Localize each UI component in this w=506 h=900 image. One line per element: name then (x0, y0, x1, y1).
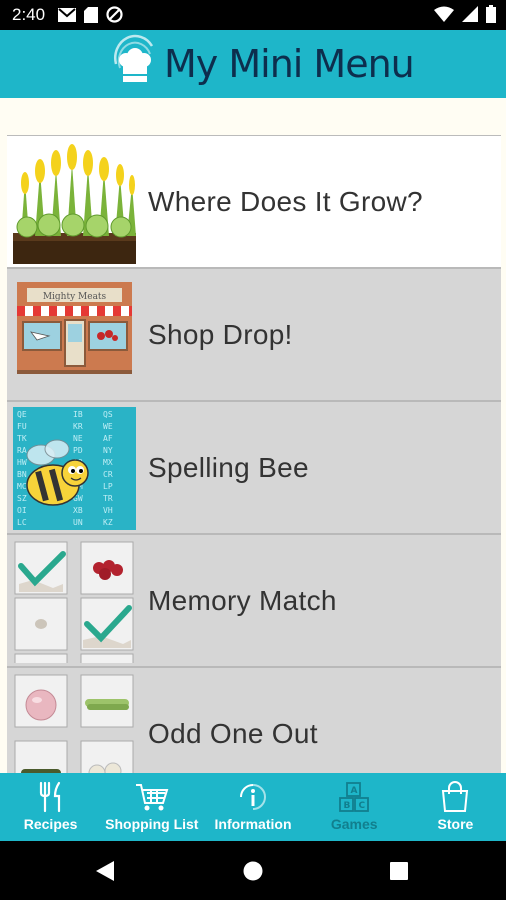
nav-label: Information (214, 816, 292, 832)
svg-text:KZ: KZ (103, 518, 113, 527)
status-time: 2:40 (12, 5, 46, 24)
nav-games[interactable]: ABC Games (304, 773, 405, 841)
svg-text:BN: BN (17, 470, 27, 479)
shop-sign-text: Mighty Meats (43, 292, 107, 302)
svg-text:WE: WE (103, 422, 113, 431)
game-row-odd-one-out[interactable]: Odd One Out (7, 668, 501, 773)
svg-text:XB: XB (73, 506, 83, 515)
game-label: Shop Drop! (148, 318, 293, 350)
gmail-icon (58, 7, 76, 22)
svg-text:PD: PD (73, 446, 83, 455)
game-row-memory-match[interactable]: Memory Match (7, 535, 501, 668)
memory-match-thumbnail (13, 540, 136, 663)
games-list: Where Does It Grow? Mighty Meats Shop Dr… (7, 135, 501, 773)
fork-knife-icon (39, 781, 60, 813)
blocks-icon: AB C (339, 782, 370, 812)
back-icon[interactable] (96, 861, 114, 881)
nav-information[interactable]: Information (202, 773, 303, 841)
svg-text:UN: UN (73, 518, 83, 527)
sd-card-icon (84, 6, 98, 23)
svg-text:KR: KR (73, 422, 83, 431)
info-icon (240, 784, 267, 810)
bag-icon (442, 781, 469, 812)
svg-text:LP: LP (103, 482, 113, 491)
data-saver-icon (106, 6, 123, 23)
app-title: My Mini Menu (164, 42, 415, 86)
svg-text:TK: TK (17, 434, 27, 443)
home-icon[interactable] (243, 861, 263, 881)
nav-recipes[interactable]: Recipes (0, 773, 101, 841)
svg-text:RA: RA (17, 446, 27, 455)
svg-text:OI: OI (17, 506, 27, 515)
game-row-where-does-it-grow[interactable]: Where Does It Grow? (7, 136, 501, 269)
svg-text:IB: IB (73, 410, 83, 419)
status-bar: 2:40 (0, 0, 506, 30)
svg-text:AF: AF (103, 434, 113, 443)
svg-text:NE: NE (73, 434, 83, 443)
odd-one-out-thumbnail (13, 673, 136, 773)
system-navigation-bar (0, 841, 506, 900)
nav-label: Games (330, 816, 378, 832)
svg-text:LC: LC (17, 518, 27, 527)
svg-text:C: C (359, 801, 366, 811)
bottom-navigation: Recipes Shopping List Information ABC Ga… (0, 773, 506, 841)
svg-text:NY: NY (103, 446, 113, 455)
game-label: Odd One Out (148, 717, 318, 749)
app-header: My Mini Menu (0, 30, 506, 98)
signal-icon (462, 6, 478, 22)
nav-store[interactable]: Store (405, 773, 506, 841)
chef-hat-logo-icon (114, 34, 154, 82)
cart-icon (135, 784, 169, 811)
svg-text:SZ: SZ (17, 494, 27, 503)
svg-text:MX: MX (103, 458, 113, 467)
nav-label: Shopping List (105, 816, 199, 832)
game-row-spelling-bee[interactable]: QEFUTKRAHWBNMCSZOILC IBKRNEPDAQTOJMGWXBU… (7, 402, 501, 535)
nav-label: Store (437, 816, 474, 832)
wifi-icon (434, 6, 454, 22)
nav-shopping-list[interactable]: Shopping List (101, 773, 202, 841)
corn-field-thumbnail (13, 141, 136, 264)
game-label: Where Does It Grow? (148, 185, 423, 217)
game-label: Spelling Bee (148, 451, 309, 483)
svg-text:B: B (344, 801, 351, 811)
svg-text:VH: VH (103, 506, 113, 515)
svg-text:CR: CR (103, 470, 113, 479)
butcher-shop-thumbnail: Mighty Meats (13, 274, 136, 397)
svg-text:MC: MC (17, 482, 27, 491)
recents-icon[interactable] (390, 862, 408, 880)
battery-icon (486, 5, 496, 23)
spelling-bee-thumbnail: QEFUTKRAHWBNMCSZOILC IBKRNEPDAQTOJMGWXBU… (13, 407, 136, 530)
svg-text:QE: QE (17, 410, 27, 419)
svg-text:HW: HW (17, 458, 27, 467)
svg-text:TR: TR (103, 494, 113, 503)
game-row-shop-drop[interactable]: Mighty Meats Shop Drop! (7, 269, 501, 402)
nav-label: Recipes (23, 816, 78, 832)
game-label: Memory Match (148, 584, 337, 616)
svg-text:A: A (351, 786, 358, 796)
svg-text:FU: FU (17, 422, 27, 431)
svg-text:QS: QS (103, 410, 113, 419)
